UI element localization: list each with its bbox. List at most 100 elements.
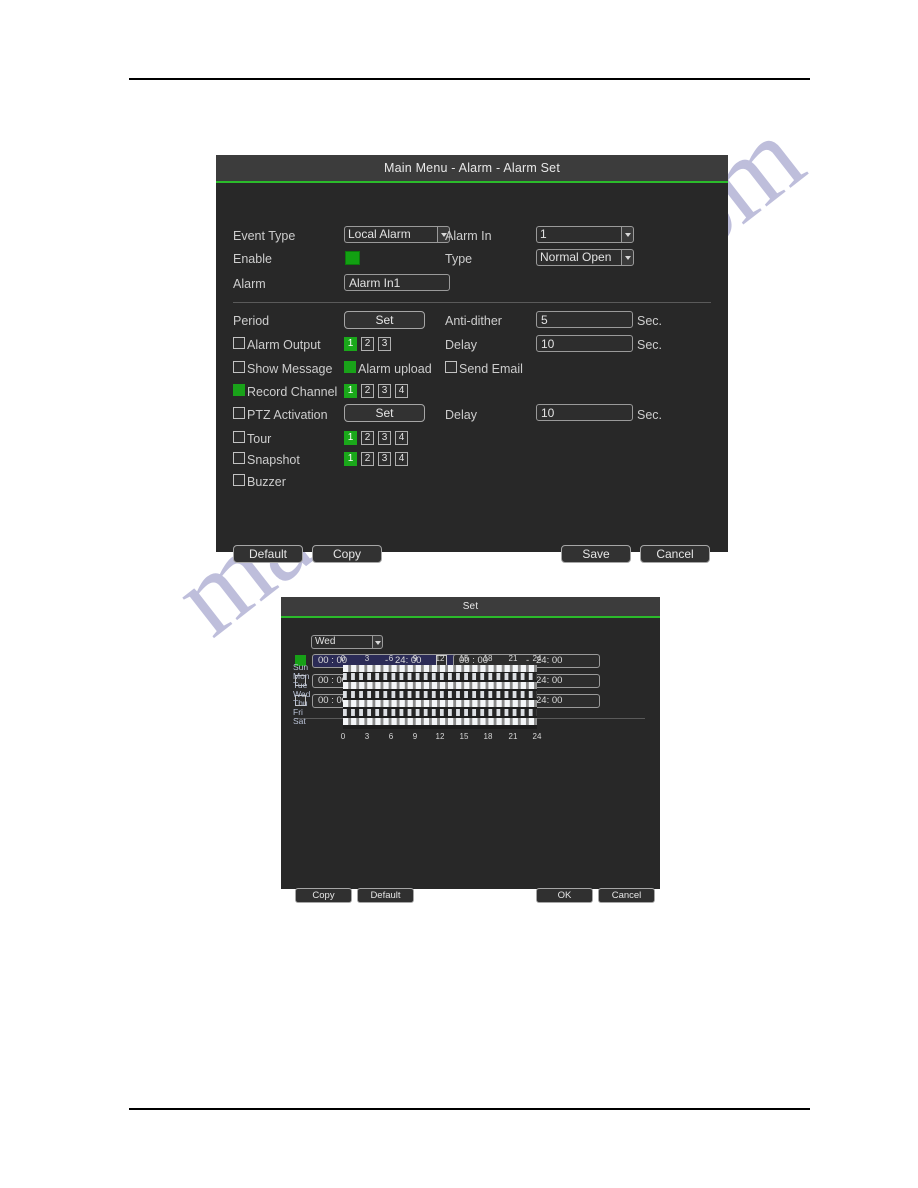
schedule-row-fri[interactable] [343, 709, 537, 716]
anti-dither-label: Anti-dither [445, 313, 502, 328]
event-type-label: Event Type [233, 228, 296, 243]
alarm-upload-label: Alarm upload [358, 361, 432, 376]
axis-top-tick-9: 9 [412, 654, 418, 663]
alarm-output-delay-input[interactable]: 10 [536, 334, 633, 352]
weekday-value: Wed [311, 635, 372, 649]
schedule-row-wed[interactable] [343, 691, 537, 698]
alarm-label: Alarm [233, 276, 266, 291]
send-email-checkbox[interactable] [445, 360, 457, 373]
enable-checkbox[interactable] [345, 250, 360, 265]
ptz-delay-unit: Sec. [637, 407, 663, 422]
alarm-output-channel-3[interactable]: 3 [378, 336, 391, 351]
axis-bottom-tick-21: 21 [508, 732, 518, 741]
section-divider [233, 301, 711, 303]
buzzer-checkbox[interactable] [233, 473, 245, 486]
chevron-down-icon[interactable] [372, 635, 383, 649]
chevron-down-icon[interactable] [621, 248, 634, 266]
record-channel-checkbox[interactable] [233, 383, 245, 396]
ptz-activation-checkbox[interactable] [233, 406, 245, 419]
record-channel-4[interactable]: 4 [395, 383, 408, 398]
period-set-body: Wed 00 : 00 - 24: 00 00 : 00 - 24: 00 00… [281, 618, 660, 903]
tour-checkbox[interactable] [233, 430, 245, 443]
period-set-button[interactable]: Set [344, 310, 425, 329]
alarm-output-channel-1[interactable]: 1 [344, 336, 357, 351]
chevron-down-icon[interactable] [621, 225, 634, 243]
record-channel-2[interactable]: 2 [361, 383, 374, 398]
copy-button[interactable]: Copy [312, 544, 382, 563]
tour-channel-1[interactable]: 1 [344, 430, 357, 445]
record-channel-3[interactable]: 3 [378, 383, 391, 398]
schedule-row-thu[interactable] [343, 700, 537, 707]
page-header-rule [129, 78, 810, 80]
alarm-in-value: 1 [536, 225, 621, 243]
alarm-in-label: Alarm In [445, 228, 492, 243]
ptz-delay-label: Delay [445, 407, 477, 422]
snapshot-channel-3[interactable]: 3 [378, 451, 391, 466]
show-message-checkbox[interactable] [233, 360, 245, 373]
alarm-output-channel-2[interactable]: 2 [361, 336, 374, 351]
axis-top-tick-24: 24 [532, 654, 542, 663]
axis-top-tick-21: 21 [508, 654, 518, 663]
axis-bottom-tick-15: 15 [459, 732, 469, 741]
anti-dither-input[interactable]: 5 [536, 310, 633, 328]
anti-dither-unit: Sec. [637, 313, 663, 328]
axis-top-tick-12: 12 [435, 654, 445, 663]
event-type-dropdown[interactable]: Local Alarm [344, 225, 450, 243]
ptz-delay-input[interactable]: 10 [536, 403, 633, 421]
tour-channel-4[interactable]: 4 [395, 430, 408, 445]
default-button[interactable]: Default [233, 544, 303, 563]
save-button[interactable]: Save [561, 544, 631, 563]
tour-label: Tour [247, 431, 272, 446]
schedule-row-sun[interactable] [343, 665, 537, 672]
period-label: Period [233, 313, 270, 328]
alarm-set-body: Event Type Local Alarm Alarm In 1 Enable… [216, 183, 728, 563]
weekday-dropdown[interactable]: Wed [311, 635, 383, 649]
schedule-row-mon[interactable] [343, 673, 537, 680]
snapshot-label: Snapshot [247, 452, 300, 467]
tour-channel-2[interactable]: 2 [361, 430, 374, 445]
alarm-upload-checkbox[interactable] [344, 360, 356, 373]
alarm-in-dropdown[interactable]: 1 [536, 225, 634, 243]
axis-bottom-tick-9: 9 [412, 732, 418, 741]
period-end-6: 24: 00 [536, 695, 563, 706]
alarm-output-checkbox[interactable] [233, 336, 245, 349]
axis-bottom-tick-18: 18 [483, 732, 493, 741]
period-cancel-button[interactable]: Cancel [598, 888, 655, 903]
schedule-grid[interactable] [343, 665, 537, 729]
period-set-title: Set [281, 597, 660, 618]
period-ok-button[interactable]: OK [536, 888, 593, 903]
snapshot-channel-4[interactable]: 4 [395, 451, 408, 466]
alarm-name-input[interactable]: Alarm In1 [344, 273, 450, 291]
axis-bottom-tick-6: 6 [388, 732, 394, 741]
schedule-row-tue[interactable] [343, 682, 537, 689]
type-value: Normal Open [536, 248, 621, 266]
ptz-activation-label: PTZ Activation [247, 407, 328, 422]
type-dropdown[interactable]: Normal Open [536, 248, 634, 266]
period-default-button[interactable]: Default [357, 888, 414, 903]
schedule-row-sat[interactable] [343, 718, 537, 725]
axis-bottom-tick-3: 3 [364, 732, 370, 741]
snapshot-channel-1[interactable]: 1 [344, 451, 357, 466]
record-channel-label: Record Channel [247, 384, 338, 399]
axis-bottom-tick-12: 12 [435, 732, 445, 741]
period-set-dialog: Set Wed 00 : 00 - 24: 00 00 : 00 - 24: 0… [281, 597, 660, 903]
snapshot-channel-2[interactable]: 2 [361, 451, 374, 466]
send-email-label: Send Email [459, 361, 523, 376]
alarm-output-delay-label: Delay [445, 337, 477, 352]
axis-top-tick-0: 0 [340, 654, 346, 663]
day-label-sat: Sat [293, 716, 306, 726]
record-channel-1[interactable]: 1 [344, 383, 357, 398]
tour-channel-3[interactable]: 3 [378, 430, 391, 445]
axis-top-tick-18: 18 [483, 654, 493, 663]
axis-top-tick-3: 3 [364, 654, 370, 663]
cancel-button[interactable]: Cancel [640, 544, 710, 563]
page-footer-rule [129, 1108, 810, 1110]
event-type-value: Local Alarm [344, 225, 437, 243]
ptz-set-button[interactable]: Set [344, 403, 425, 422]
period-copy-button[interactable]: Copy [295, 888, 352, 903]
alarm-output-delay-unit: Sec. [637, 337, 663, 352]
type-label: Type [445, 251, 473, 266]
snapshot-checkbox[interactable] [233, 451, 245, 464]
alarm-set-title: Main Menu - Alarm - Alarm Set [216, 155, 728, 183]
axis-top-tick-6: 6 [388, 654, 394, 663]
